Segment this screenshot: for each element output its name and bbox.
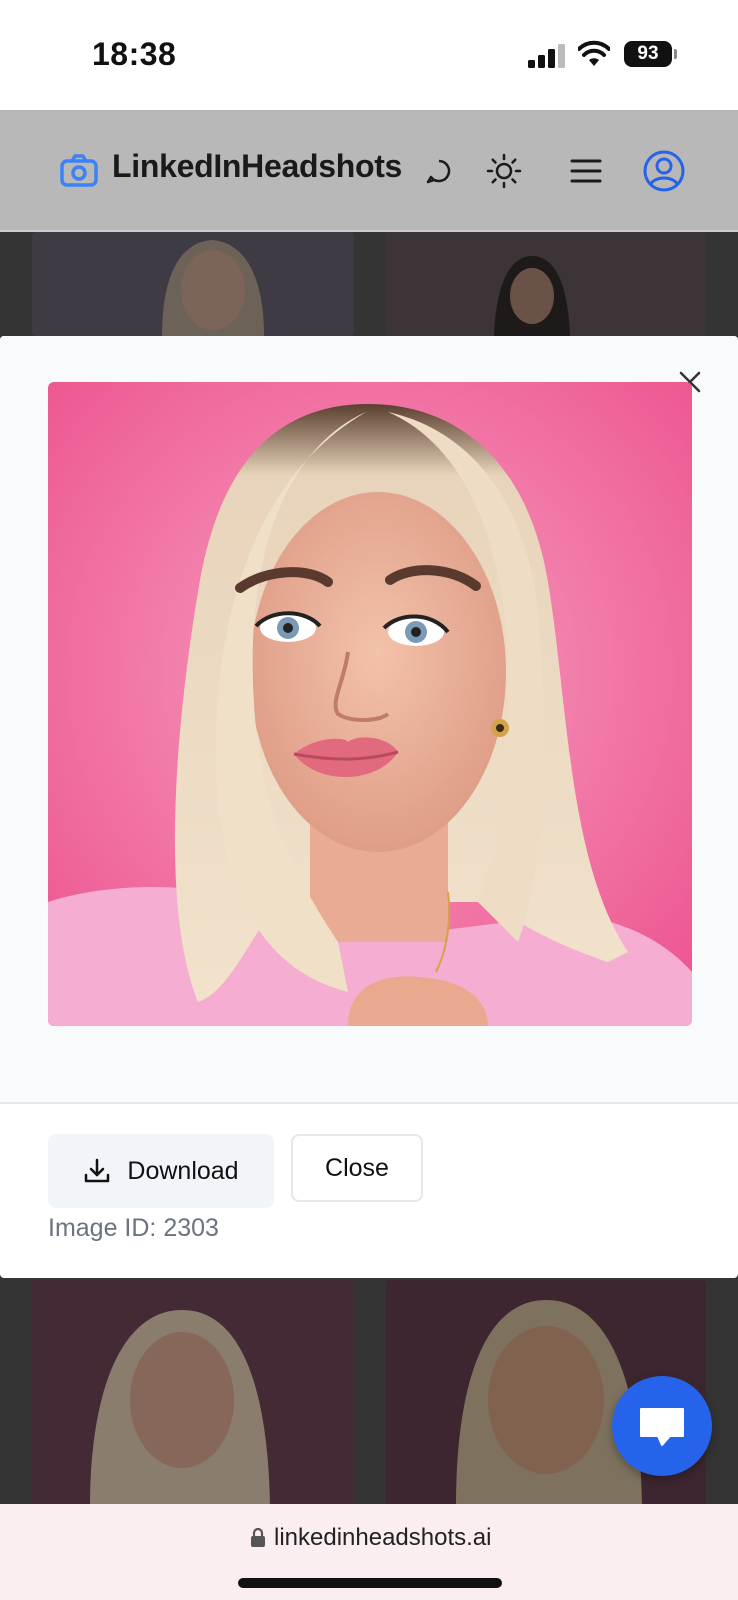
message-icon — [640, 1408, 684, 1446]
home-indicator[interactable] — [238, 1578, 502, 1588]
user-circle-icon[interactable] — [643, 150, 685, 192]
sun-icon[interactable] — [486, 153, 522, 189]
chat-bubble-icon[interactable] — [426, 158, 452, 184]
menu-icon[interactable] — [570, 157, 602, 185]
gallery-thumbnail[interactable] — [32, 232, 354, 336]
download-label: Download — [127, 1156, 239, 1185]
headshot-image — [48, 382, 692, 1026]
close-button[interactable]: Close — [291, 1134, 423, 1202]
camera-icon[interactable] — [60, 153, 98, 187]
chat-button[interactable] — [612, 1376, 712, 1476]
gallery-thumbnail[interactable] — [32, 1280, 354, 1506]
download-button[interactable]: Download — [48, 1134, 274, 1208]
modal-divider — [0, 1102, 738, 1104]
lock-icon — [251, 1528, 265, 1547]
battery-indicator: 93 — [624, 41, 677, 67]
signal-icon — [528, 44, 565, 68]
image-modal: Download Close Image ID: 2303 — [0, 336, 738, 1278]
wifi-icon — [578, 40, 610, 66]
status-bar: 18:38 93 — [0, 0, 738, 110]
status-time: 18:38 — [92, 36, 177, 72]
browser-url-bar: linkedinheadshots.ai — [0, 1504, 738, 1600]
app-header: LinkedInHeadshots — [0, 110, 738, 232]
image-id-label: Image ID: 2303 — [48, 1214, 219, 1242]
url-text[interactable]: linkedinheadshots.ai — [274, 1524, 492, 1552]
gallery-thumbnail[interactable] — [386, 232, 706, 336]
brand-title[interactable]: LinkedInHeadshots — [112, 148, 402, 185]
download-icon — [85, 1158, 110, 1183]
